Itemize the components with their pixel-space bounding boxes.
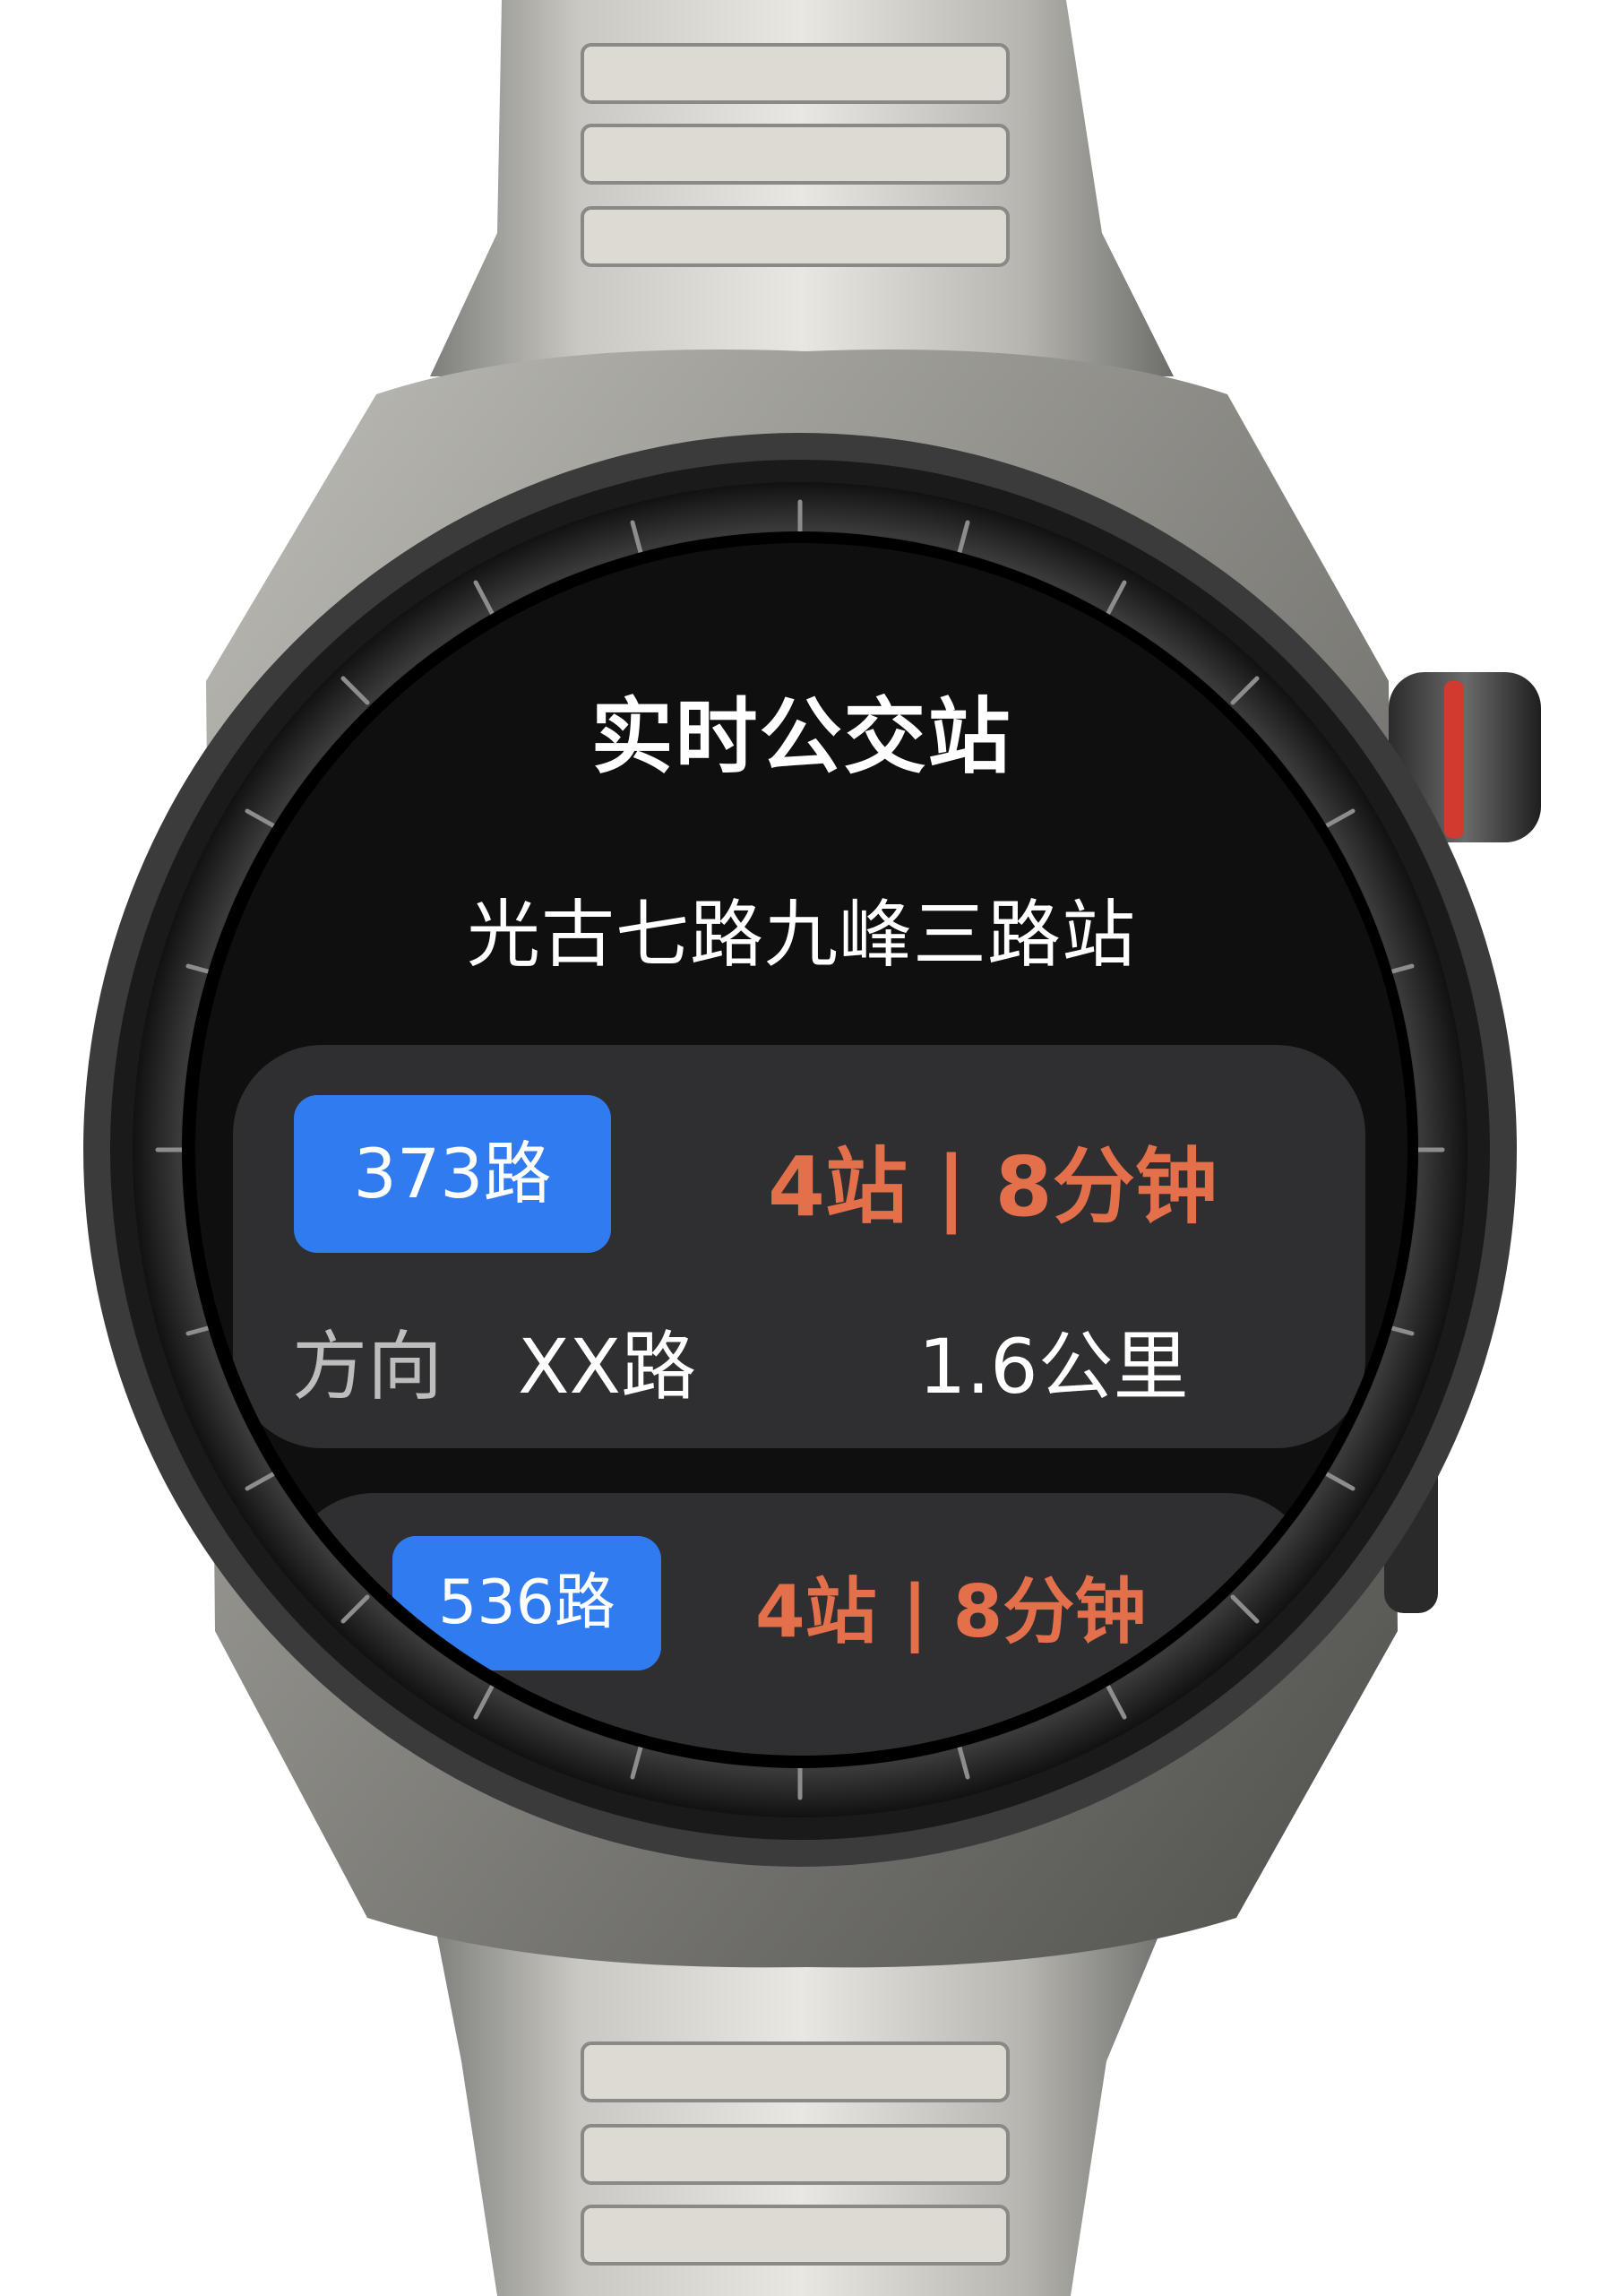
direction-label: 方向: [292, 1323, 443, 1411]
eta-text: 4站 | 8分钟: [768, 1139, 1218, 1235]
direction-value: XX路: [570, 1735, 748, 1756]
distance-text: 1.6公里: [918, 1323, 1189, 1411]
station-name: 光古七路九峰三路站: [466, 893, 1136, 978]
bus-card[interactable]: 536路 4站 | 8分钟 方向 XX路 1.6公里: [285, 1493, 1315, 1756]
direction-label: 方向: [344, 1735, 495, 1756]
distance-text: 1.6公里: [970, 1735, 1241, 1756]
bus-card[interactable]: 373路 4站 | 8分钟 方向 XX路 1.6公里: [233, 1045, 1365, 1448]
eta-text: 4站 | 8分钟: [755, 1570, 1147, 1653]
watch-screen: 实时公交站 光古七路九峰三路站 373路 4站 | 8分钟 方向 XX路 1.6…: [195, 543, 1407, 1756]
route-badge: 536路: [392, 1536, 661, 1670]
route-badge: 373路: [294, 1095, 611, 1253]
page-title: 实时公交站: [590, 689, 1012, 785]
direction-value: XX路: [518, 1323, 697, 1411]
